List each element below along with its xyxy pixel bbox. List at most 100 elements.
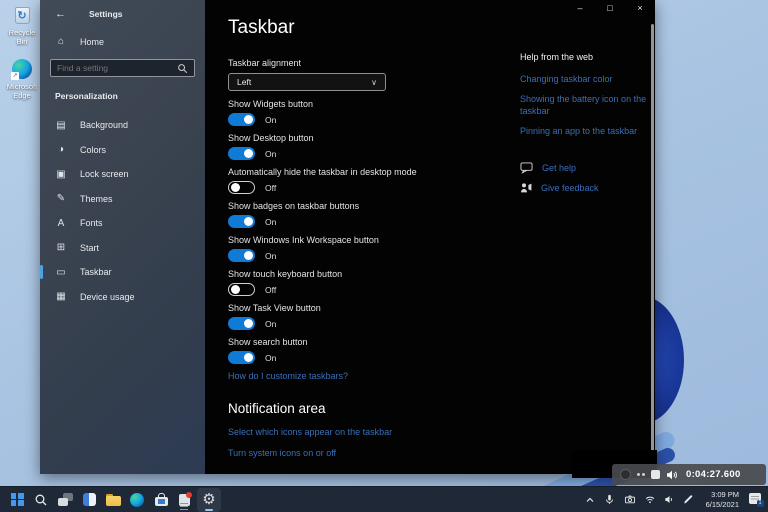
- taskbar-icon: ▭: [55, 267, 67, 278]
- tray-clock[interactable]: 3:09 PM 6/15/2021: [706, 490, 739, 510]
- edge-button[interactable]: [125, 488, 149, 512]
- toggle-switch[interactable]: [228, 249, 255, 262]
- sidebar-item-home[interactable]: ⌂ Home: [40, 36, 205, 47]
- tray-date: 6/15/2021: [706, 500, 739, 510]
- sidebar-item-themes[interactable]: ✎Themes: [40, 187, 205, 212]
- toggle-switch[interactable]: [228, 351, 255, 364]
- toggle-state: On: [265, 149, 276, 159]
- desktop-icon-microsoft-edge[interactable]: ↗ Microsoft Edge: [3, 58, 41, 100]
- sidebar-item-label: Colors: [80, 145, 106, 155]
- get-help-row[interactable]: Get help: [520, 162, 654, 174]
- help-web-link[interactable]: Pinning an app to the taskbar: [520, 125, 654, 137]
- sidebar-item-fonts[interactable]: A Fonts: [40, 211, 205, 236]
- sidebar-item-taskbar[interactable]: ▭ Taskbar: [40, 260, 205, 285]
- sidebar-item-label: Background: [80, 120, 128, 130]
- taskbar-alignment-dropdown[interactable]: Left ∨: [228, 73, 386, 91]
- edge-icon: [130, 493, 144, 507]
- help-web-link[interactable]: Changing taskbar color: [520, 73, 654, 85]
- dropdown-value: Left: [237, 77, 251, 87]
- toggle-knob: [244, 319, 253, 328]
- toggle-switch[interactable]: [228, 181, 255, 194]
- camera-icon[interactable]: [623, 493, 637, 507]
- active-app-indicator: [205, 509, 213, 511]
- file-explorer-button[interactable]: [101, 488, 125, 512]
- sidebar-item-label: Taskbar: [80, 267, 112, 277]
- widgets-icon: [83, 493, 96, 506]
- task-view-icon: [58, 492, 73, 507]
- stop-button[interactable]: [651, 470, 660, 479]
- help-links: Changing taskbar color Showing the batter…: [520, 73, 654, 138]
- maximize-button[interactable]: □: [595, 0, 625, 15]
- notification-area-link[interactable]: Select which icons appear on the taskbar: [228, 427, 655, 437]
- taskbar-search-button[interactable]: [29, 488, 53, 512]
- task-view-button[interactable]: [53, 488, 77, 512]
- fonts-icon: A: [55, 218, 67, 229]
- store-button[interactable]: [149, 488, 173, 512]
- desktop-icon-label: Microsoft Edge: [3, 82, 41, 100]
- sidebar-item-start[interactable]: ⊞Start: [40, 236, 205, 261]
- toggle-state: On: [265, 353, 276, 363]
- toggle-switch[interactable]: [228, 215, 255, 228]
- sidebar-item-colors[interactable]: ◑ Colors: [40, 138, 205, 163]
- notification-area-title: Notification area: [228, 401, 655, 416]
- toggle-switch[interactable]: [228, 113, 255, 126]
- colors-icon: ◑: [55, 144, 67, 155]
- help-web-link[interactable]: Showing the battery icon on the taskbar: [520, 93, 654, 117]
- notifications-app-button[interactable]: [173, 488, 197, 512]
- pause-button[interactable]: [637, 473, 645, 476]
- tray-time: 3:09 PM: [706, 490, 739, 500]
- notification-center-button[interactable]: 1: [748, 493, 763, 507]
- give-feedback-link[interactable]: Give feedback: [541, 183, 599, 193]
- device-usage-icon: ▦: [55, 291, 67, 302]
- close-button[interactable]: ×: [625, 0, 655, 15]
- toggle-label: Show Task View button: [228, 303, 655, 314]
- gear-icon: ⚙: [202, 492, 215, 507]
- themes-icon: ✎: [55, 193, 67, 204]
- sidebar-item-background[interactable]: ▤Background: [40, 113, 205, 138]
- desktop: ↻ Recycle Bin ↗ Microsoft Edge ← Setting…: [0, 0, 768, 512]
- tray-chevron-up-icon[interactable]: [583, 493, 597, 507]
- get-help-link[interactable]: Get help: [542, 163, 576, 173]
- toggle-knob: [244, 149, 253, 158]
- start-icon: ⊞: [55, 242, 67, 253]
- toggle-switch[interactable]: [228, 283, 255, 296]
- network-icon[interactable]: [643, 493, 657, 507]
- toggle-switch[interactable]: [228, 147, 255, 160]
- sidebar-item-label: Fonts: [80, 218, 103, 228]
- system-tray: 3:09 PM 6/15/2021 1: [583, 490, 763, 510]
- microphone-icon[interactable]: [603, 493, 617, 507]
- search-input[interactable]: [57, 63, 177, 73]
- sidebar-item-device-usage[interactable]: ▦ Device usage: [40, 285, 205, 310]
- shortcut-arrow-icon: ↗: [11, 72, 19, 80]
- desktop-icon-recycle-bin[interactable]: ↻ Recycle Bin: [3, 4, 41, 46]
- sidebar-item-lock-screen[interactable]: ▣Lock screen: [40, 162, 205, 187]
- sidebar-item-label: Lock screen: [80, 169, 129, 179]
- notification-center-icon: 1: [749, 493, 763, 506]
- widgets-button[interactable]: [77, 488, 101, 512]
- toggle-state: On: [265, 319, 276, 329]
- toggle-knob: [231, 183, 240, 192]
- sidebar-item-label: Device usage: [80, 292, 135, 302]
- recorder-volume-icon[interactable]: [666, 469, 678, 481]
- pen-icon[interactable]: [683, 493, 697, 507]
- start-button[interactable]: [5, 488, 29, 512]
- scrollbar[interactable]: [651, 24, 654, 466]
- give-feedback-icon: [520, 182, 532, 194]
- volume-icon[interactable]: [663, 493, 677, 507]
- sidebar-section-title: Personalization: [55, 91, 205, 101]
- system-taskbar: ⚙: [0, 486, 768, 512]
- toggle-switch[interactable]: [228, 317, 255, 330]
- settings-app-button[interactable]: ⚙: [197, 488, 221, 512]
- customize-taskbars-link[interactable]: How do I customize taskbars?: [228, 371, 655, 381]
- minimize-button[interactable]: –: [565, 0, 595, 15]
- give-feedback-row[interactable]: Give feedback: [520, 182, 654, 194]
- setting-row: Show badges on taskbar buttonsOn: [228, 201, 655, 228]
- toggle-knob: [244, 217, 253, 226]
- recorder-toolbar: 0:04:27.600: [612, 464, 766, 485]
- record-button[interactable]: [620, 469, 631, 480]
- setting-row: Show search buttonOn: [228, 337, 655, 364]
- folder-icon: [106, 494, 121, 506]
- back-arrow-icon[interactable]: ←: [55, 8, 66, 20]
- search-box[interactable]: [50, 59, 195, 77]
- toggle-state: On: [265, 115, 276, 125]
